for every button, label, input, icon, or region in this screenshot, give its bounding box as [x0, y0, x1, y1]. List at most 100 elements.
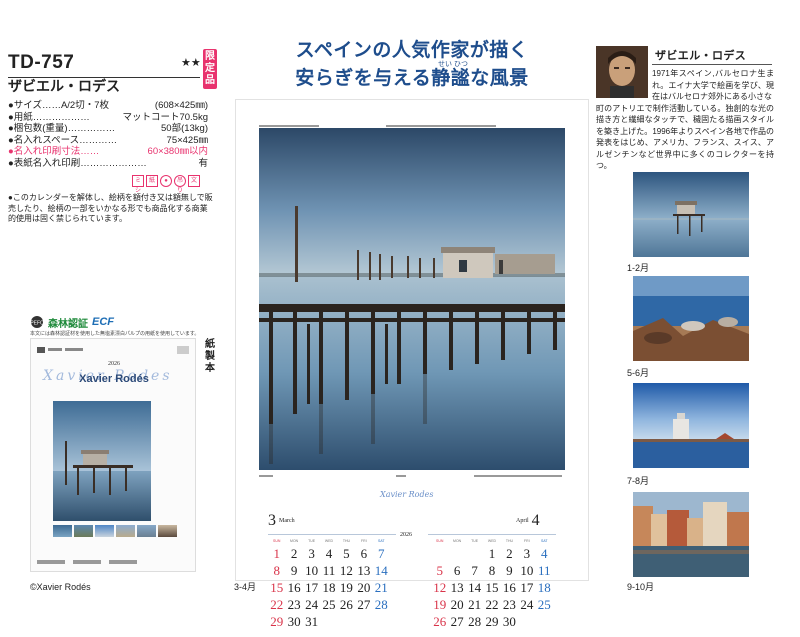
- dot-badge: ●: [160, 175, 172, 187]
- day-cell: 14: [374, 563, 388, 578]
- day-cell: 24: [520, 597, 534, 612]
- day-cell: 31: [305, 614, 319, 629]
- day-cell: [448, 545, 465, 562]
- day-cell: 24: [305, 597, 319, 612]
- pefc-logo-icon: PEFC: [30, 316, 44, 328]
- day-cell: 30: [502, 614, 516, 629]
- thumb-header: [37, 345, 191, 357]
- day-cell: 28: [468, 614, 482, 629]
- day-cell: 2: [506, 546, 513, 561]
- day-cell: 22: [270, 597, 284, 612]
- day-cell: 2: [290, 546, 298, 561]
- day-cell: 17: [305, 580, 319, 595]
- calendar-divider: [268, 534, 396, 535]
- divider: [652, 64, 772, 65]
- day-cell: 26: [433, 614, 447, 629]
- feature-badges: ミシ 紙 ● 吊り 文: [132, 175, 200, 194]
- day-cell: 17: [520, 580, 534, 595]
- certification-logos: PEFC 森林認証 ECF: [30, 314, 190, 330]
- product-title: ザビエル・ロデス: [8, 78, 120, 94]
- spec-item: ●名入れスペース………… 75×425㎜: [8, 134, 208, 146]
- month-label-5-6: 5-6月: [627, 368, 650, 378]
- day-cell: 1: [488, 546, 496, 561]
- day-cell: 10: [520, 563, 534, 578]
- day-cell: 23: [502, 597, 516, 612]
- day-cell: 8: [273, 563, 280, 578]
- day-cell: 16: [502, 580, 516, 595]
- calendar-thumbnail: 2026 Xavier Rodes Xavier Rodés: [30, 338, 196, 572]
- thumb-cover-image: [53, 401, 151, 521]
- spec-list: ●サイズ……A/2切・7枚 (608×425㎜) ●用紙……………… マットコート7…: [8, 100, 208, 170]
- day-cell: 18: [537, 580, 551, 595]
- day-cell: 19: [339, 580, 353, 595]
- month-image-1-2: [633, 172, 749, 257]
- day-cell: 9: [290, 563, 298, 578]
- hanging-badge: 吊り: [174, 175, 186, 194]
- day-cell: 14: [468, 580, 482, 595]
- spec-item: ●梱包数(重量)…………… 50部(13kg): [8, 123, 208, 135]
- day-cell: 28: [374, 597, 388, 612]
- day-cell: [431, 545, 448, 562]
- day-cell: 7: [471, 563, 478, 578]
- product-code: TD-757: [8, 52, 75, 73]
- day-cell: 16: [287, 580, 301, 595]
- day-cell: 30: [287, 614, 301, 629]
- calendar-sheet: Xavier Rodes 3 March April 4 2026 SUN MON TU…: [236, 100, 588, 629]
- text-badge: 文: [188, 175, 200, 187]
- day-cell: 22: [485, 597, 499, 612]
- day-cell: 13: [450, 580, 464, 595]
- day-cell: 20: [357, 580, 371, 595]
- perforation-badge: ミシ: [132, 175, 144, 194]
- day-cell: 27: [357, 597, 371, 612]
- day-cell: 11: [322, 563, 336, 578]
- day-cell: 1: [273, 546, 280, 561]
- copyright: ©Xavier Rodés: [30, 582, 91, 592]
- calendar-march: SUN MON TUE WED THU FRI SAT 1 2 3 4 5 6 7 8 9 10 11 12 13 14…: [268, 539, 390, 630]
- rating-stars: ★★: [181, 57, 201, 69]
- headline: スペインの人気作家が描く 安らぎを与える静謐な風景: [236, 36, 588, 92]
- headline-line-1: スペインの人気作家が描く: [295, 39, 529, 61]
- spec-item: ●表紙名入れ印刷………………… 有: [8, 157, 208, 169]
- day-cell: 20: [450, 597, 464, 612]
- day-cell: 4: [325, 546, 333, 561]
- artist-bio: 1971年スペイン,バルセロナ生まれ。エイナ大学で絵画を学び、現在はバルセロナ郊…: [596, 68, 774, 172]
- month-header-march: 3 March: [268, 512, 295, 529]
- thumb-year: 2026: [108, 361, 120, 367]
- day-cell: 26: [339, 597, 353, 612]
- artist-signature: Xavier Rodes: [380, 490, 434, 499]
- limited-badge: 限定品: [203, 49, 217, 89]
- artist-name: ザビエル・ロデス: [655, 50, 747, 62]
- spec-item: ●サイズ……A/2切・7枚 (608×425㎜): [8, 100, 208, 111]
- day-cell: 6: [453, 563, 461, 578]
- day-cell: 29: [270, 614, 284, 629]
- day-cell: 6: [360, 546, 368, 561]
- headline-ruby: せい ひつ: [438, 61, 468, 68]
- day-cell: 21: [374, 580, 388, 595]
- usage-notes: ●このカレンダーを解体し、絵柄を額付き又は額無しで販売したり、絵柄の一部をいかな…: [8, 193, 213, 223]
- day-cell: 15: [485, 580, 499, 595]
- day-cell: 29: [485, 614, 499, 629]
- day-cell: 3: [308, 546, 315, 561]
- day-cell: [466, 545, 483, 562]
- day-cell: 19: [433, 597, 447, 612]
- day-cell: 23: [287, 597, 301, 612]
- day-cell: 4: [541, 546, 548, 561]
- day-cell: 5: [343, 546, 350, 561]
- calendar-april: SUN MON TUE WED THU FRI SAT 1 2 3 4 5 6 7 8 9 10 11 12 13 14…: [431, 539, 553, 630]
- day-cell: 15: [270, 580, 284, 595]
- day-cell: 8: [488, 563, 496, 578]
- certification-note: 本文には森林認証材を使用した無塩素漂白パルプの用紙を使用しています。: [30, 331, 200, 337]
- day-cell: 12: [339, 563, 353, 578]
- day-cell: 18: [322, 580, 336, 595]
- day-cell: 9: [506, 563, 513, 578]
- month-label-1-2: 1-2月: [627, 263, 650, 273]
- day-cell: 25: [537, 597, 551, 612]
- month-image-9-10: [633, 492, 749, 577]
- day-cell: 12: [433, 580, 447, 595]
- month-image-7-8: [633, 383, 749, 468]
- sheet-label: 3-4月: [234, 582, 257, 592]
- day-cell: 13: [357, 563, 371, 578]
- month-image-5-6: [633, 276, 749, 361]
- month-label-9-10: 9-10月: [627, 582, 655, 592]
- month-header-april: April 4: [516, 512, 540, 529]
